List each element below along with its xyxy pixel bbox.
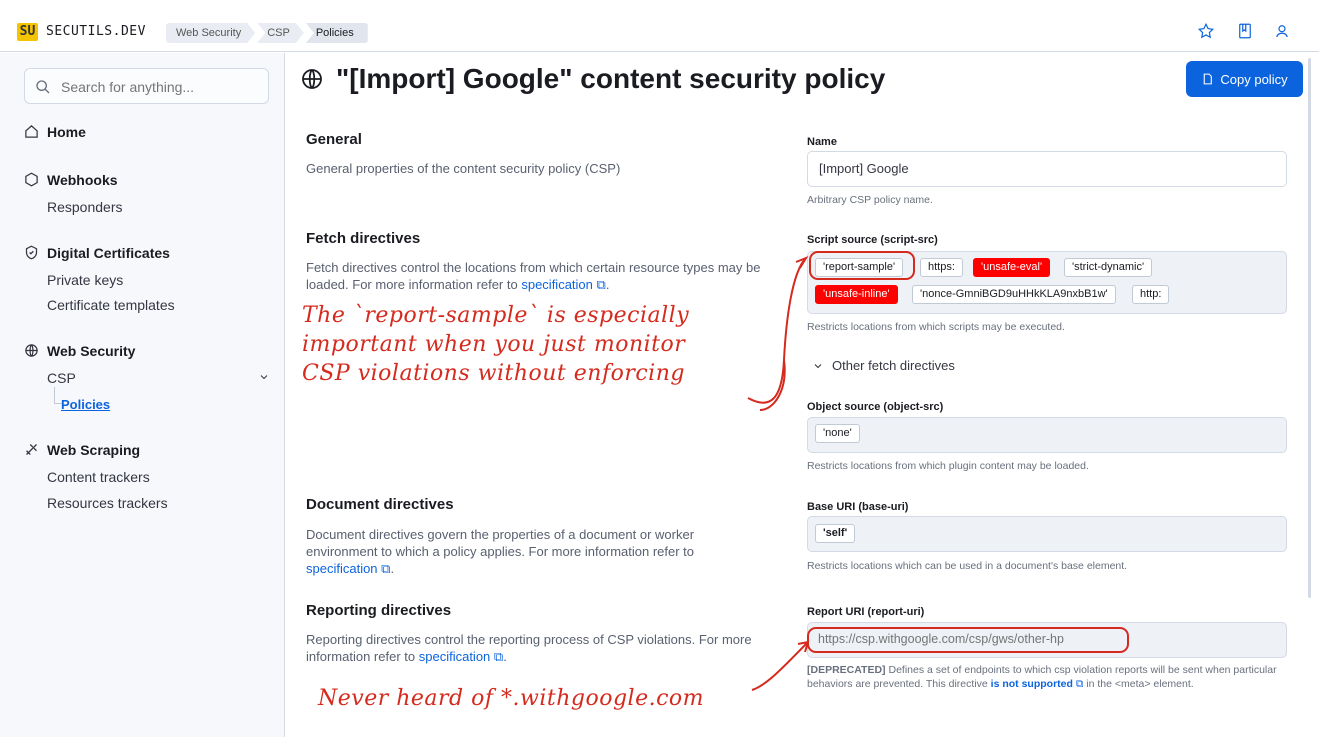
annotation-note-line: CSP violations without enforcing [302,361,685,386]
annotation-circle [809,251,915,280]
annotation-bracket [747,257,807,411]
annotation-note-line: The `report-sample` is especially [302,303,690,328]
annotation-circle [807,627,1129,653]
annotation-note-line: important when you just monitor [302,332,686,357]
annotation-arrow [751,640,810,691]
annotation-note: Never heard of *.withgoogle.com [318,686,705,711]
